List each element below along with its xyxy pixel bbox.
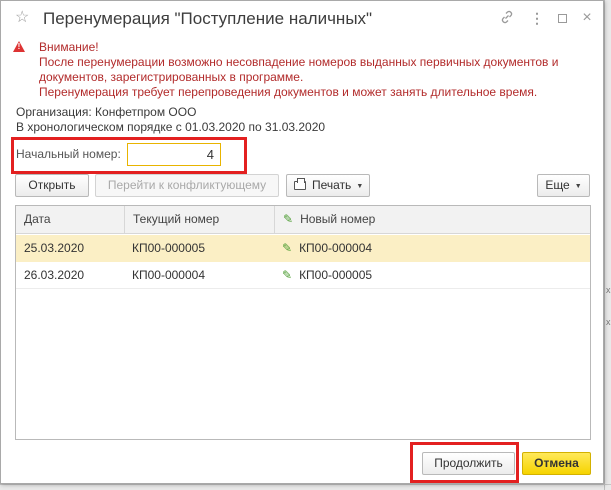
cell-current-number: КП00-000005 bbox=[132, 241, 206, 255]
cell-current-number: КП00-000004 bbox=[132, 268, 206, 282]
cell-date: 26.03.2020 bbox=[24, 268, 85, 282]
print-label: Печать bbox=[312, 178, 352, 192]
period-text: В хронологическом порядке с 01.03.2020 п… bbox=[16, 120, 326, 134]
open-button[interactable]: Открыть bbox=[15, 174, 89, 197]
warning-line: После перенумерации возможно несовпадени… bbox=[39, 55, 559, 69]
background-fragment: x bbox=[606, 285, 611, 295]
cell-new-number-value: КП00-000004 bbox=[299, 241, 373, 255]
table-header: Дата Текущий номер ✎ Новый номер bbox=[16, 206, 590, 234]
cell-date: 25.03.2020 bbox=[24, 241, 85, 255]
cell-new-number[interactable]: ✎ КП00-000004 bbox=[274, 235, 590, 262]
goto-conflict-button[interactable]: Перейти к конфликтующему bbox=[95, 174, 279, 197]
table-row[interactable]: 25.03.2020 КП00-000005 ✎ КП00-000004 bbox=[16, 235, 590, 262]
column-header-current-number[interactable]: Текущий номер bbox=[124, 206, 274, 234]
warning-block: ! Внимание! После перенумерации возможно… bbox=[13, 40, 593, 100]
link-icon[interactable] bbox=[499, 10, 515, 26]
more-icon[interactable]: ⋮ bbox=[529, 10, 545, 26]
column-header-new-number-label: Новый номер bbox=[300, 212, 376, 226]
maximize-icon[interactable] bbox=[554, 10, 570, 26]
warning-heading: Внимание! bbox=[39, 40, 99, 54]
column-header-new-number[interactable]: ✎ Новый номер bbox=[274, 206, 590, 234]
highlight-frame-continue bbox=[410, 442, 519, 483]
title-bar: ☆ Перенумерация "Поступление наличных" ⋮… bbox=[1, 1, 603, 37]
cell-new-number-value: КП00-000005 bbox=[299, 268, 373, 282]
more-button[interactable]: Еще ▼ bbox=[537, 174, 590, 197]
chevron-down-icon: ▼ bbox=[574, 183, 582, 190]
pencil-icon: ✎ bbox=[282, 241, 293, 255]
highlight-frame-start-number bbox=[11, 137, 247, 174]
cancel-button[interactable]: Отмена bbox=[522, 452, 591, 475]
chevron-down-icon: ▼ bbox=[356, 183, 364, 190]
warning-icon-mark: ! bbox=[17, 42, 21, 51]
background-fragment: x bbox=[606, 317, 611, 327]
renumbering-table: Дата Текущий номер ✎ Новый номер 25.03.20… bbox=[15, 205, 591, 440]
column-header-date[interactable]: Дата bbox=[16, 206, 124, 234]
pencil-icon: ✎ bbox=[283, 212, 294, 226]
background-divider bbox=[604, 0, 605, 490]
cell-new-number[interactable]: ✎ КП00-000005 bbox=[274, 262, 590, 289]
printer-icon bbox=[294, 178, 306, 190]
warning-line: Перенумерация требует перепроведения док… bbox=[39, 85, 538, 99]
print-button[interactable]: Печать ▼ bbox=[286, 174, 370, 197]
close-icon[interactable]: × bbox=[579, 10, 595, 26]
more-label: Еще bbox=[545, 178, 570, 192]
info-block: Организация: Конфетпром ООО В хронологич… bbox=[16, 105, 325, 135]
dialog-title: Перенумерация "Поступление наличных" bbox=[43, 9, 373, 28]
table-row[interactable]: 26.03.2020 КП00-000004 ✎ КП00-000005 bbox=[16, 262, 590, 289]
warning-line: документов, зарегистрированных в програм… bbox=[39, 70, 304, 84]
star-icon[interactable]: ☆ bbox=[15, 9, 29, 27]
renumbering-dialog: ☆ Перенумерация "Поступление наличных" ⋮… bbox=[0, 0, 604, 484]
pencil-icon: ✎ bbox=[282, 268, 293, 282]
background-divider-bottom bbox=[0, 484, 611, 485]
organization-text: Организация: Конфетпром ООО bbox=[16, 105, 197, 119]
